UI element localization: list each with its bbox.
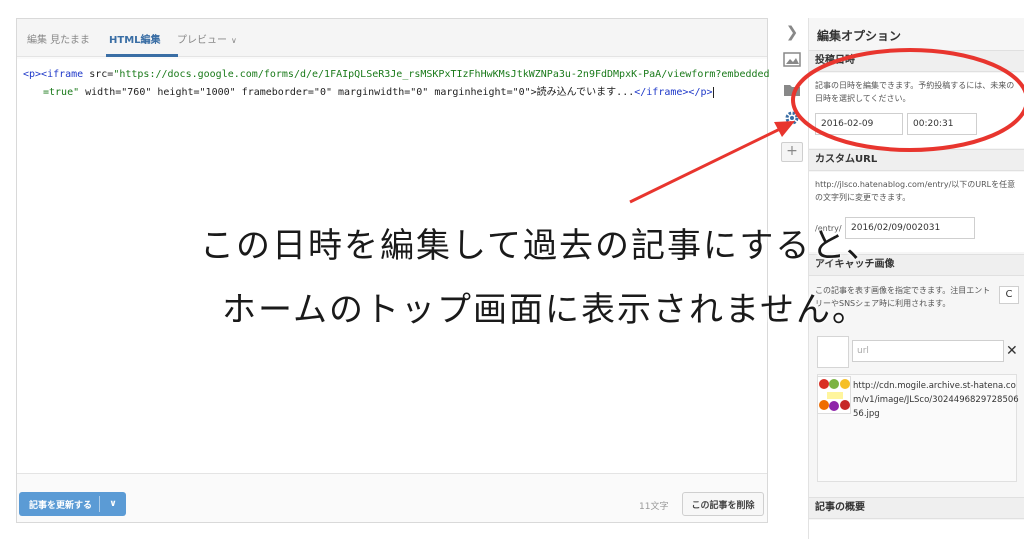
tab-preview[interactable]: プレビュー ∨ xyxy=(177,31,237,46)
datetime-section: 記事の日時を編集できます。予約投稿するには、未来の日時を選択してください。 20… xyxy=(809,73,1024,148)
screen: 編集 見たまま HTML編集 プレビュー ∨ <p><iframe src="ht… xyxy=(0,0,1024,539)
reload-button[interactable]: C xyxy=(999,286,1019,304)
eyecatch-thumb-placeholder xyxy=(817,336,849,368)
gear-icon[interactable] xyxy=(782,110,802,130)
folder-icon[interactable] xyxy=(782,82,802,102)
section-heading-summary: 記事の概要 xyxy=(809,497,1024,519)
tab-wysiwyg[interactable]: 編集 見たまま xyxy=(27,31,90,46)
tab-preview-label: プレビュー xyxy=(177,35,227,46)
code-tag-close: </iframe></p> xyxy=(634,87,713,98)
update-article-button[interactable]: 記事を更新する ∨ xyxy=(19,492,126,516)
date-field[interactable]: 2016-02-09 xyxy=(815,113,903,135)
eyecatch-thumbnail[interactable] xyxy=(817,376,851,414)
code-src-value-end: =true" xyxy=(43,87,80,98)
add-icon[interactable]: + xyxy=(781,142,803,162)
section-heading-custom-url: カスタムURL xyxy=(809,149,1024,171)
code-tag-open: <p><iframe xyxy=(23,69,84,80)
editor-pane: 編集 見たまま HTML編集 プレビュー ∨ <p><iframe src="ht… xyxy=(16,18,770,523)
summary-section xyxy=(809,520,1024,539)
eyecatch-image-url: http://cdn.mogile.archive.st-hatena.com/… xyxy=(853,381,1019,419)
edit-options-panel: 編集オプション 投稿日時 記事の日時を編集できます。予約投稿するには、未来の日時… xyxy=(808,18,1024,539)
clear-url-button[interactable]: ✕ xyxy=(1006,340,1018,362)
code-line-2: =true" width="760" height="1000" framebo… xyxy=(43,83,714,98)
code-src-value: "https://docs.google.com/forms/d/e/1FAIp… xyxy=(113,69,770,80)
tab-html-edit[interactable]: HTML編集 xyxy=(109,31,161,46)
side-icon-rail: ❯ + xyxy=(776,18,808,523)
text-cursor xyxy=(712,86,714,98)
chevron-down-icon: ∨ xyxy=(231,36,237,45)
active-tab-indicator xyxy=(106,54,178,57)
chevron-down-icon[interactable]: ∨ xyxy=(100,499,126,509)
code-line-1: <p><iframe src="https://docs.google.com/… xyxy=(23,69,770,80)
delete-article-button[interactable]: この記事を削除 xyxy=(682,492,764,516)
image-icon[interactable] xyxy=(782,52,802,72)
custom-url-description: http://jlsco.hatenablog.com/entry/以下のURL… xyxy=(815,180,1016,202)
char-count: 11文字 xyxy=(639,502,669,512)
datetime-description: 記事の日時を編集できます。予約投稿するには、未来の日時を選択してください。 xyxy=(815,81,1015,103)
editor-footer: 記事を更新する ∨ 11文字 この記事を削除 xyxy=(17,477,767,522)
panel-title: 編集オプション xyxy=(817,29,902,43)
editor-tabs: 編集 見たまま HTML編集 プレビュー ∨ xyxy=(17,19,767,57)
chevron-right-icon[interactable]: ❯ xyxy=(782,22,802,42)
eyecatch-url-input[interactable]: url xyxy=(852,340,1004,362)
code-attr-src: src= xyxy=(83,69,114,80)
update-article-label: 記事を更新する xyxy=(29,500,93,511)
code-attrs: width="760" height="1000" frameborder="0… xyxy=(79,87,635,98)
annotation-text-line-2: ホームのトップ画面に表示されません。 xyxy=(222,290,868,330)
annotation-text-line-1: この日時を編集して過去の記事にすると、 xyxy=(200,226,882,266)
section-heading-datetime: 投稿日時 xyxy=(809,50,1024,72)
time-field[interactable]: 00:20:31 xyxy=(907,113,977,135)
